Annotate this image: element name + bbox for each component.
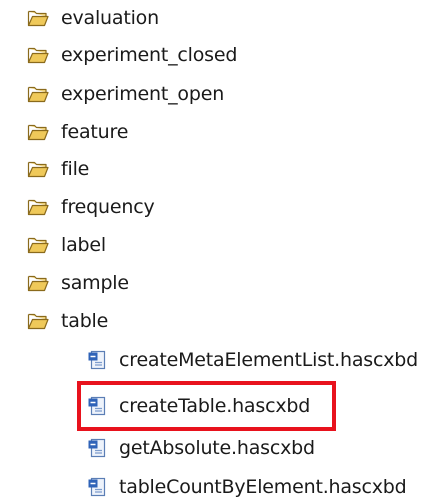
folder-open-icon bbox=[27, 84, 49, 104]
xml-file-icon bbox=[87, 350, 109, 370]
tree-item-label: sample bbox=[61, 272, 129, 294]
tree-item-label: label bbox=[61, 234, 106, 256]
folder-open-icon bbox=[27, 122, 49, 142]
tree-item-label[interactable]: label bbox=[27, 230, 106, 260]
project-tree: evaluation experiment_closed experiment_… bbox=[0, 0, 447, 499]
folder-open-icon bbox=[27, 273, 49, 293]
folder-open-icon bbox=[27, 159, 49, 179]
tree-item-experiment-open[interactable]: experiment_open bbox=[27, 79, 224, 109]
tree-item-table[interactable]: table bbox=[27, 306, 108, 336]
tree-item-label: experiment_open bbox=[61, 83, 225, 105]
tree-item-get-absolute[interactable]: getAbsolute.hascxbd bbox=[87, 433, 315, 463]
tree-item-label: tableCountByElement.hascxbd bbox=[119, 476, 407, 498]
tree-item-sample[interactable]: sample bbox=[27, 268, 129, 298]
tree-item-label: table bbox=[61, 310, 109, 332]
tree-item-label: createMetaElementList.hascxbd bbox=[119, 349, 418, 371]
folder-open-icon bbox=[27, 45, 49, 65]
folder-open-icon bbox=[27, 311, 49, 331]
tree-item-file[interactable]: file bbox=[27, 154, 89, 184]
tree-item-evaluation[interactable]: evaluation bbox=[27, 3, 159, 33]
xml-file-icon bbox=[87, 477, 109, 497]
tree-item-label: evaluation bbox=[61, 7, 159, 29]
tree-item-label: file bbox=[61, 158, 90, 180]
tree-item-experiment-closed[interactable]: experiment_closed bbox=[27, 40, 237, 70]
tree-item-feature[interactable]: feature bbox=[27, 117, 128, 147]
tree-item-frequency[interactable]: frequency bbox=[27, 192, 155, 222]
tree-item-label: createTable.hascxbd bbox=[119, 395, 311, 417]
tree-item-create-meta-element-list[interactable]: createMetaElementList.hascxbd bbox=[87, 345, 418, 375]
tree-item-label: feature bbox=[61, 121, 129, 143]
xml-file-icon bbox=[87, 396, 109, 416]
xml-file-icon bbox=[87, 438, 109, 458]
folder-open-icon bbox=[27, 235, 49, 255]
tree-item-label: getAbsolute.hascxbd bbox=[119, 437, 315, 459]
tree-item-label: frequency bbox=[61, 196, 155, 218]
tree-item-create-table[interactable]: createTable.hascxbd bbox=[87, 391, 310, 421]
folder-open-icon bbox=[27, 197, 49, 217]
tree-item-table-count-by-element[interactable]: tableCountByElement.hascxbd bbox=[87, 472, 407, 502]
folder-open-icon bbox=[27, 8, 49, 28]
tree-item-label: experiment_closed bbox=[61, 44, 238, 66]
